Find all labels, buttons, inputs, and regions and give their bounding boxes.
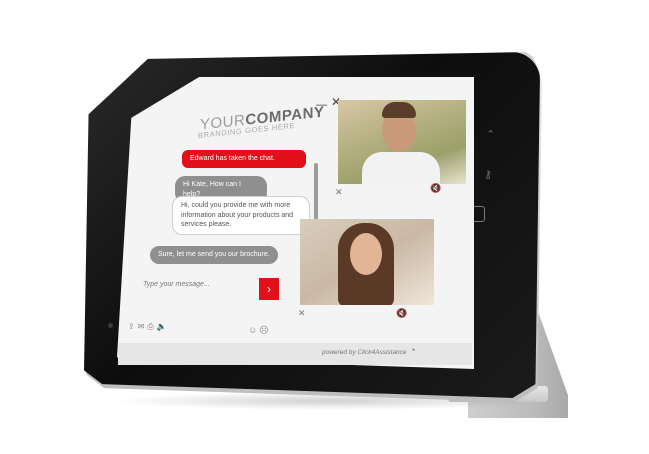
customer-message: Hi, could you provide me with more infor… [172, 196, 310, 235]
agent-shirt [362, 152, 440, 184]
footer [118, 343, 472, 365]
send-button[interactable]: › [259, 278, 279, 300]
agent-hair [382, 102, 416, 118]
agent-video [338, 100, 466, 184]
close-video-icon[interactable]: ✕ [298, 308, 306, 319]
message-input[interactable]: Type your message... [143, 281, 210, 288]
chevron-up-icon: ⌃ [486, 129, 496, 141]
mute-icon[interactable]: 🔇 [430, 183, 441, 194]
customer-video [300, 219, 434, 305]
agent-message: Sure, let me send you our brochure. [150, 246, 278, 264]
powered-by-text: powered by Click4Assistance [322, 349, 407, 356]
camera-icon [108, 323, 113, 328]
key-icon: ⚷ [484, 169, 493, 181]
mute-icon[interactable]: 🔇 [396, 308, 407, 319]
speech-bubble-icon: ◔ [410, 345, 416, 355]
customer-face [350, 233, 382, 275]
chat-toolbar[interactable]: ⇪✉⎙🔈 [128, 322, 170, 332]
emoji-icon[interactable]: ☺☹ [248, 325, 271, 336]
close-video-icon[interactable]: ✕ [335, 187, 343, 198]
minimize-icon[interactable]: — [316, 99, 327, 111]
system-message: Edward has taken the chat. [182, 150, 306, 168]
